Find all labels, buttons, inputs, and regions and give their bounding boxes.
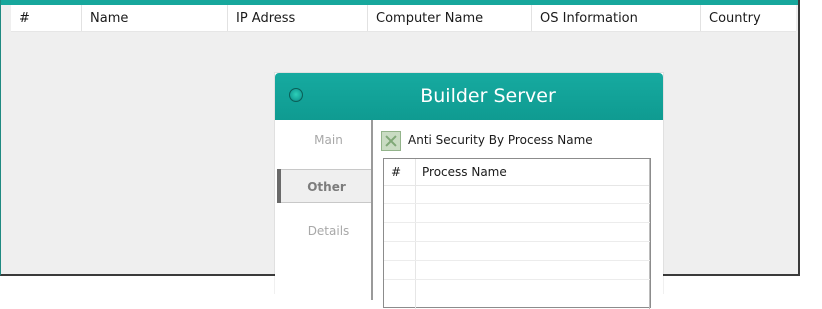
dialog-titlebar[interactable]: Builder Server <box>275 73 663 120</box>
process-table-column-divider <box>415 159 416 309</box>
table-row-divider <box>384 222 650 223</box>
process-table-header: # Process Name <box>384 159 650 186</box>
table-row-divider <box>384 279 650 280</box>
anti-security-label[interactable]: Anti Security By Process Name <box>408 132 593 148</box>
column-header-ip-address[interactable]: IP Adress <box>227 5 367 31</box>
sidebar-item-details[interactable]: Details <box>285 214 372 248</box>
table-row-divider <box>384 241 650 242</box>
column-header-os-information[interactable]: OS Information <box>531 5 700 31</box>
process-name-table[interactable]: # Process Name <box>383 158 651 309</box>
sidebar-item-other[interactable]: Other <box>280 169 372 203</box>
process-column-number[interactable]: # <box>391 159 401 185</box>
anti-security-checkbox[interactable] <box>381 131 401 151</box>
table-row-divider <box>384 203 650 204</box>
dialog-title: Builder Server <box>420 85 556 107</box>
column-header-country[interactable]: Country <box>700 5 796 31</box>
clients-table-header: # Name IP Adress Computer Name OS Inform… <box>11 5 796 32</box>
process-column-name[interactable]: Process Name <box>422 159 507 185</box>
builder-server-dialog: Builder Server Main Other Details Anti S… <box>275 73 663 309</box>
other-settings-panel: Anti Security By Process Name # Process … <box>373 120 663 309</box>
table-row-divider <box>384 260 650 261</box>
column-header-computer-name[interactable]: Computer Name <box>367 5 531 31</box>
sidebar-item-main[interactable]: Main <box>285 123 372 157</box>
dialog-sidebar: Main Other Details <box>275 120 372 300</box>
sidebar-selection-marker <box>277 169 281 203</box>
process-table-right-border <box>649 159 650 309</box>
column-header-name[interactable]: Name <box>81 5 227 31</box>
column-header-number[interactable]: # <box>11 5 81 31</box>
